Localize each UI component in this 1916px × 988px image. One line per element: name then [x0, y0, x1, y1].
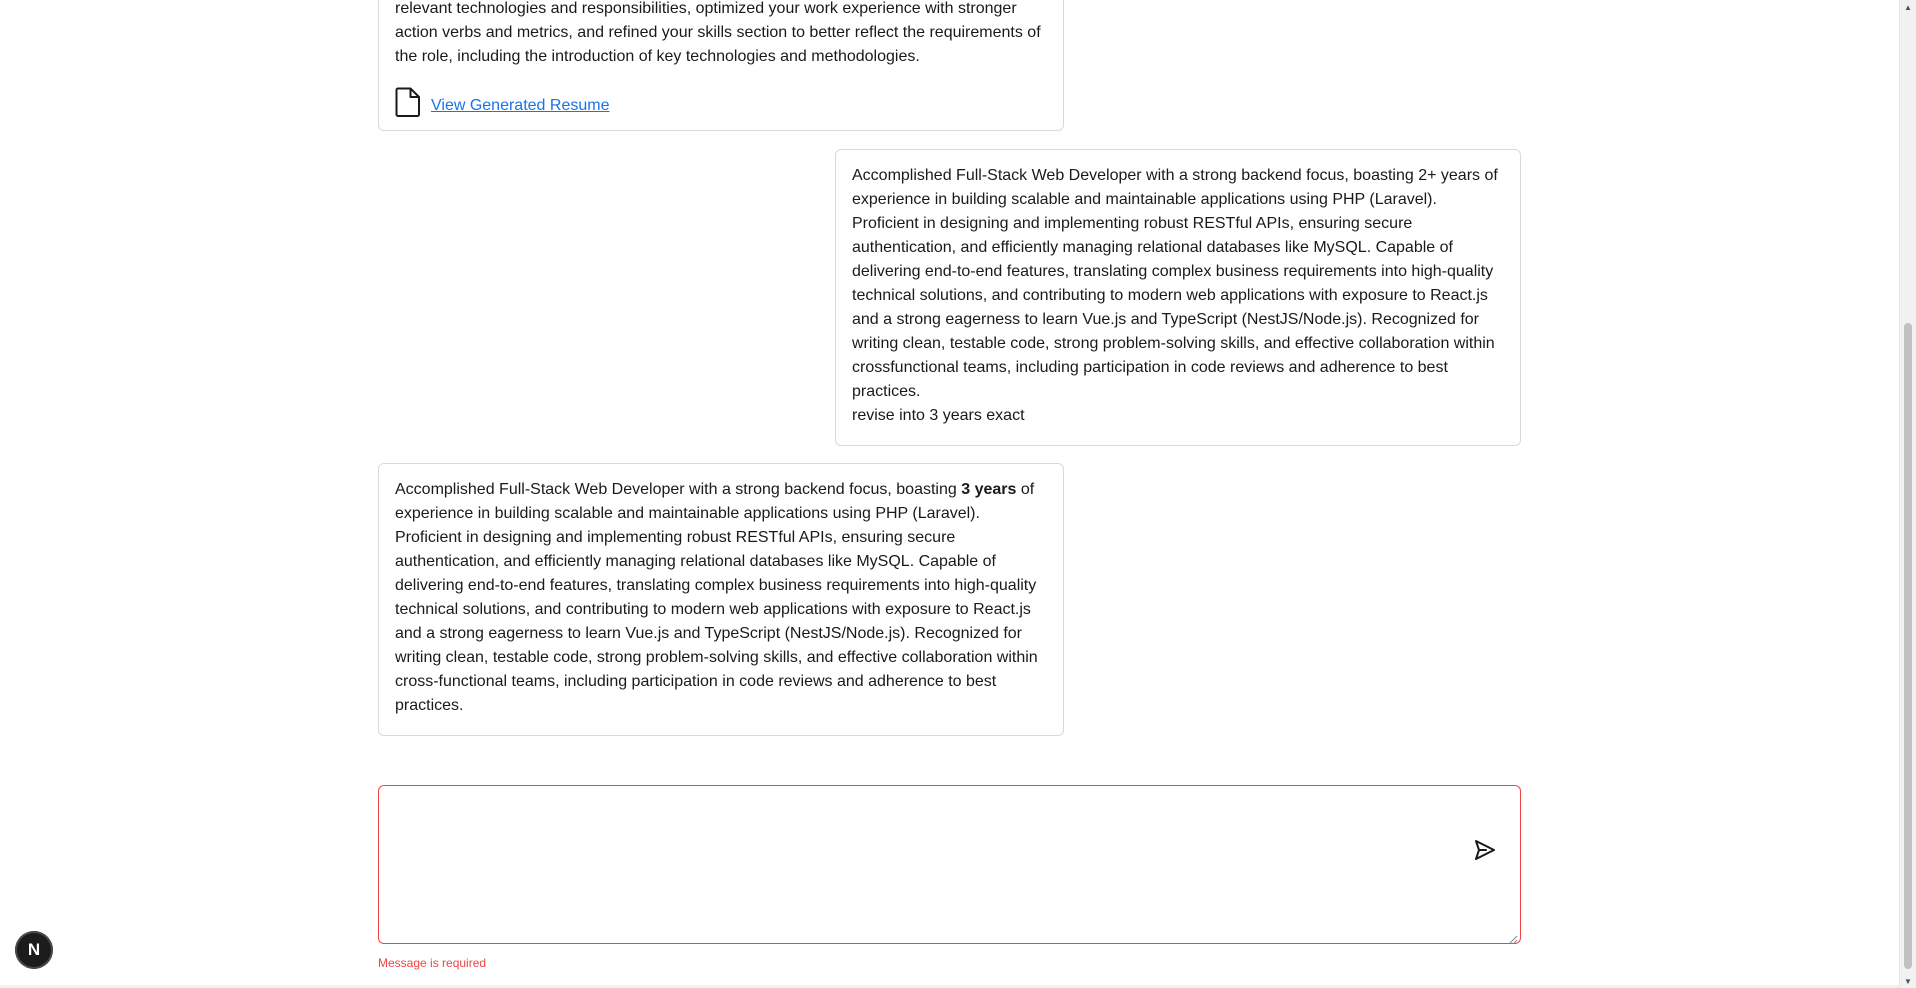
message-line: the role, including the introduction of … [395, 48, 920, 65]
assistant-message: relevant technologies and responsibiliti… [378, 0, 1064, 131]
message-input[interactable] [379, 786, 1520, 943]
user-message: Accomplished Full-Stack Web Developer wi… [835, 149, 1521, 446]
message-line: action verbs and metrics, and refined yo… [395, 24, 1041, 41]
message-composer [378, 785, 1521, 944]
resize-handle-icon[interactable] [1508, 931, 1518, 944]
dev-tools-badge[interactable]: N [15, 931, 53, 969]
page-scrollbar[interactable]: ▲ ▼ [1899, 0, 1916, 988]
send-icon [1473, 838, 1497, 865]
message-text: Accomplished Full-Stack Web Developer wi… [852, 167, 1498, 400]
message-text-start: Accomplished Full-Stack Web Developer wi… [395, 481, 962, 498]
chat-page: relevant technologies and responsibiliti… [0, 0, 1916, 988]
message-text-end: of experience in building scalable and m… [395, 481, 1038, 714]
message-text: Accomplished Full-Stack Web Developer wi… [395, 478, 1047, 718]
message-line: relevant technologies and responsibiliti… [395, 0, 1017, 17]
validation-error: Message is required [378, 956, 487, 970]
view-generated-resume-link[interactable]: View Generated Resume [431, 94, 609, 118]
assistant-message: Accomplished Full-Stack Web Developer wi… [378, 463, 1064, 736]
scroll-down-icon[interactable]: ▼ [1900, 974, 1916, 988]
scroll-thumb[interactable] [1904, 323, 1912, 969]
send-button[interactable] [1468, 834, 1502, 868]
resume-link-row: View Generated Resume [395, 87, 1047, 125]
message-highlight: 3 years [961, 481, 1017, 498]
scroll-up-icon[interactable]: ▲ [1900, 0, 1916, 14]
file-icon [395, 87, 421, 125]
message-instruction: revise into 3 years exact [852, 407, 1025, 424]
